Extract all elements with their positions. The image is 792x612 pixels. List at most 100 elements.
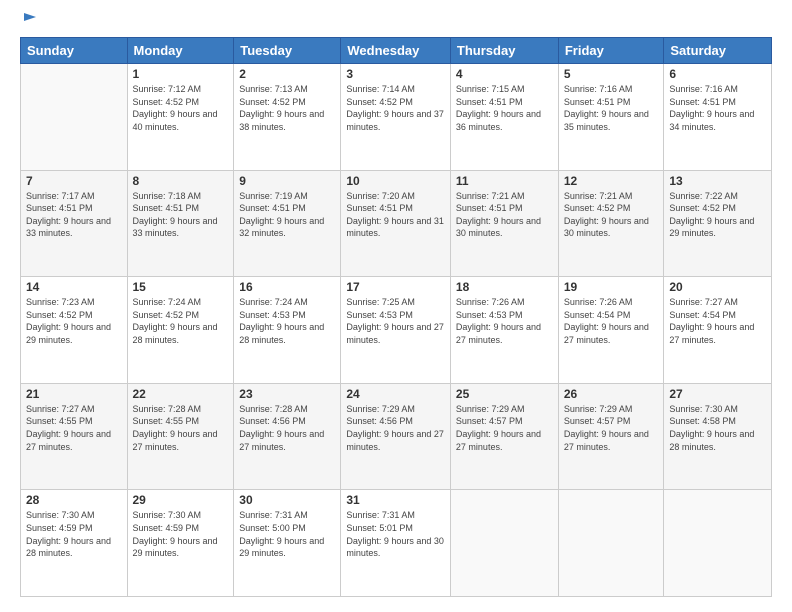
calendar-day-cell: 2 Sunrise: 7:13 AMSunset: 4:52 PMDaylight… — [234, 64, 341, 171]
day-number: 19 — [564, 280, 659, 294]
day-number: 20 — [669, 280, 766, 294]
day-number: 8 — [133, 174, 229, 188]
calendar-day-cell: 4Sunrise: 7:15 AMSunset: 4:51 PMDaylight… — [450, 64, 558, 171]
day-info: Sunrise: 7:24 AMSunset: 4:52 PMDaylight:… — [133, 296, 229, 346]
day-number: 18 — [456, 280, 553, 294]
day-info: Sunrise: 7:25 AMSunset: 4:53 PMDaylight:… — [346, 296, 445, 346]
day-info: Sunrise: 7:20 AMSunset: 4:51 PMDaylight:… — [346, 190, 445, 240]
day-info: Sunrise: 7:12 AMSunset: 4:52 PMDaylight:… — [133, 83, 229, 133]
day-number: 23 — [239, 387, 335, 401]
calendar-day-cell: 16 Sunrise: 7:24 AMSunset: 4:53 PMDayligh… — [234, 277, 341, 384]
day-info: Sunrise: 7:17 AMSunset: 4:51 PMDaylight:… — [26, 190, 122, 240]
calendar-day-header: Friday — [558, 38, 664, 64]
calendar-day-header: Tuesday — [234, 38, 341, 64]
calendar-header-row: SundayMondayTuesdayWednesdayThursdayFrid… — [21, 38, 772, 64]
calendar-week-row: 21 Sunrise: 7:27 AMSunset: 4:55 PMDayligh… — [21, 383, 772, 490]
day-info: Sunrise: 7:28 AMSunset: 4:55 PMDaylight:… — [133, 403, 229, 453]
logo — [20, 15, 38, 27]
day-info: Sunrise: 7:31 AMSunset: 5:01 PMDaylight:… — [346, 509, 445, 559]
calendar-day-cell: 25Sunrise: 7:29 AMSunset: 4:57 PMDayligh… — [450, 383, 558, 490]
calendar-day-cell: 19 Sunrise: 7:26 AMSunset: 4:54 PMDayligh… — [558, 277, 664, 384]
page: SundayMondayTuesdayWednesdayThursdayFrid… — [0, 0, 792, 612]
calendar-day-header: Saturday — [664, 38, 772, 64]
calendar-table: SundayMondayTuesdayWednesdayThursdayFrid… — [20, 37, 772, 597]
day-number: 11 — [456, 174, 553, 188]
day-number: 2 — [239, 67, 335, 81]
day-number: 16 — [239, 280, 335, 294]
calendar-day-cell: 20 Sunrise: 7:27 AMSunset: 4:54 PMDayligh… — [664, 277, 772, 384]
day-info: Sunrise: 7:23 AMSunset: 4:52 PMDaylight:… — [26, 296, 122, 346]
day-info: Sunrise: 7:27 AMSunset: 4:54 PMDaylight:… — [669, 296, 766, 346]
calendar-week-row: 1 Sunrise: 7:12 AMSunset: 4:52 PMDaylight… — [21, 64, 772, 171]
calendar-day-cell: 15 Sunrise: 7:24 AMSunset: 4:52 PMDayligh… — [127, 277, 234, 384]
calendar-day-cell — [450, 490, 558, 597]
day-number: 6 — [669, 67, 766, 81]
calendar-day-cell: 26 Sunrise: 7:29 AMSunset: 4:57 PMDayligh… — [558, 383, 664, 490]
day-number: 22 — [133, 387, 229, 401]
calendar-day-cell: 31 Sunrise: 7:31 AMSunset: 5:01 PMDayligh… — [341, 490, 451, 597]
day-info: Sunrise: 7:31 AMSunset: 5:00 PMDaylight:… — [239, 509, 335, 559]
calendar-day-cell: 23 Sunrise: 7:28 AMSunset: 4:56 PMDayligh… — [234, 383, 341, 490]
calendar-day-cell — [21, 64, 128, 171]
calendar-day-cell: 9 Sunrise: 7:19 AMSunset: 4:51 PMDaylight… — [234, 170, 341, 277]
day-info: Sunrise: 7:30 AMSunset: 4:58 PMDaylight:… — [669, 403, 766, 453]
day-info: Sunrise: 7:28 AMSunset: 4:56 PMDaylight:… — [239, 403, 335, 453]
day-info: Sunrise: 7:24 AMSunset: 4:53 PMDaylight:… — [239, 296, 335, 346]
calendar-day-cell: 5 Sunrise: 7:16 AMSunset: 4:51 PMDaylight… — [558, 64, 664, 171]
day-number: 5 — [564, 67, 659, 81]
day-number: 9 — [239, 174, 335, 188]
calendar-day-cell: 22 Sunrise: 7:28 AMSunset: 4:55 PMDayligh… — [127, 383, 234, 490]
day-number: 25 — [456, 387, 553, 401]
day-info: Sunrise: 7:14 AMSunset: 4:52 PMDaylight:… — [346, 83, 445, 133]
calendar-day-cell — [558, 490, 664, 597]
day-info: Sunrise: 7:19 AMSunset: 4:51 PMDaylight:… — [239, 190, 335, 240]
day-number: 28 — [26, 493, 122, 507]
day-info: Sunrise: 7:30 AMSunset: 4:59 PMDaylight:… — [133, 509, 229, 559]
day-number: 10 — [346, 174, 445, 188]
calendar-day-cell — [664, 490, 772, 597]
day-number: 26 — [564, 387, 659, 401]
day-info: Sunrise: 7:22 AMSunset: 4:52 PMDaylight:… — [669, 190, 766, 240]
day-info: Sunrise: 7:16 AMSunset: 4:51 PMDaylight:… — [564, 83, 659, 133]
day-number: 27 — [669, 387, 766, 401]
calendar-day-cell: 7Sunrise: 7:17 AMSunset: 4:51 PMDaylight… — [21, 170, 128, 277]
day-number: 21 — [26, 387, 122, 401]
day-number: 14 — [26, 280, 122, 294]
calendar-week-row: 7Sunrise: 7:17 AMSunset: 4:51 PMDaylight… — [21, 170, 772, 277]
day-info: Sunrise: 7:26 AMSunset: 4:54 PMDaylight:… — [564, 296, 659, 346]
calendar-week-row: 14 Sunrise: 7:23 AMSunset: 4:52 PMDayligh… — [21, 277, 772, 384]
calendar-day-cell: 21 Sunrise: 7:27 AMSunset: 4:55 PMDayligh… — [21, 383, 128, 490]
day-number: 24 — [346, 387, 445, 401]
day-number: 31 — [346, 493, 445, 507]
day-info: Sunrise: 7:13 AMSunset: 4:52 PMDaylight:… — [239, 83, 335, 133]
calendar-day-header: Wednesday — [341, 38, 451, 64]
calendar-day-header: Sunday — [21, 38, 128, 64]
day-number: 3 — [346, 67, 445, 81]
day-number: 30 — [239, 493, 335, 507]
day-info: Sunrise: 7:27 AMSunset: 4:55 PMDaylight:… — [26, 403, 122, 453]
calendar-day-cell: 12 Sunrise: 7:21 AMSunset: 4:52 PMDayligh… — [558, 170, 664, 277]
calendar-day-header: Monday — [127, 38, 234, 64]
day-info: Sunrise: 7:15 AMSunset: 4:51 PMDaylight:… — [456, 83, 553, 133]
day-info: Sunrise: 7:18 AMSunset: 4:51 PMDaylight:… — [133, 190, 229, 240]
day-info: Sunrise: 7:16 AMSunset: 4:51 PMDaylight:… — [669, 83, 766, 133]
calendar-day-cell: 10 Sunrise: 7:20 AMSunset: 4:51 PMDayligh… — [341, 170, 451, 277]
day-info: Sunrise: 7:21 AMSunset: 4:52 PMDaylight:… — [564, 190, 659, 240]
day-number: 15 — [133, 280, 229, 294]
day-number: 1 — [133, 67, 229, 81]
calendar-day-cell: 14 Sunrise: 7:23 AMSunset: 4:52 PMDayligh… — [21, 277, 128, 384]
day-info: Sunrise: 7:29 AMSunset: 4:56 PMDaylight:… — [346, 403, 445, 453]
day-number: 12 — [564, 174, 659, 188]
day-info: Sunrise: 7:29 AMSunset: 4:57 PMDaylight:… — [564, 403, 659, 453]
calendar-day-cell: 1 Sunrise: 7:12 AMSunset: 4:52 PMDaylight… — [127, 64, 234, 171]
calendar-day-cell: 27 Sunrise: 7:30 AMSunset: 4:58 PMDayligh… — [664, 383, 772, 490]
calendar-day-cell: 8 Sunrise: 7:18 AMSunset: 4:51 PMDaylight… — [127, 170, 234, 277]
calendar-day-cell: 24 Sunrise: 7:29 AMSunset: 4:56 PMDayligh… — [341, 383, 451, 490]
calendar-day-cell: 29Sunrise: 7:30 AMSunset: 4:59 PMDayligh… — [127, 490, 234, 597]
day-info: Sunrise: 7:26 AMSunset: 4:53 PMDaylight:… — [456, 296, 553, 346]
calendar-day-cell: 17 Sunrise: 7:25 AMSunset: 4:53 PMDayligh… — [341, 277, 451, 384]
calendar-week-row: 28 Sunrise: 7:30 AMSunset: 4:59 PMDayligh… — [21, 490, 772, 597]
header — [20, 15, 772, 27]
calendar-day-cell: 18 Sunrise: 7:26 AMSunset: 4:53 PMDayligh… — [450, 277, 558, 384]
day-number: 17 — [346, 280, 445, 294]
